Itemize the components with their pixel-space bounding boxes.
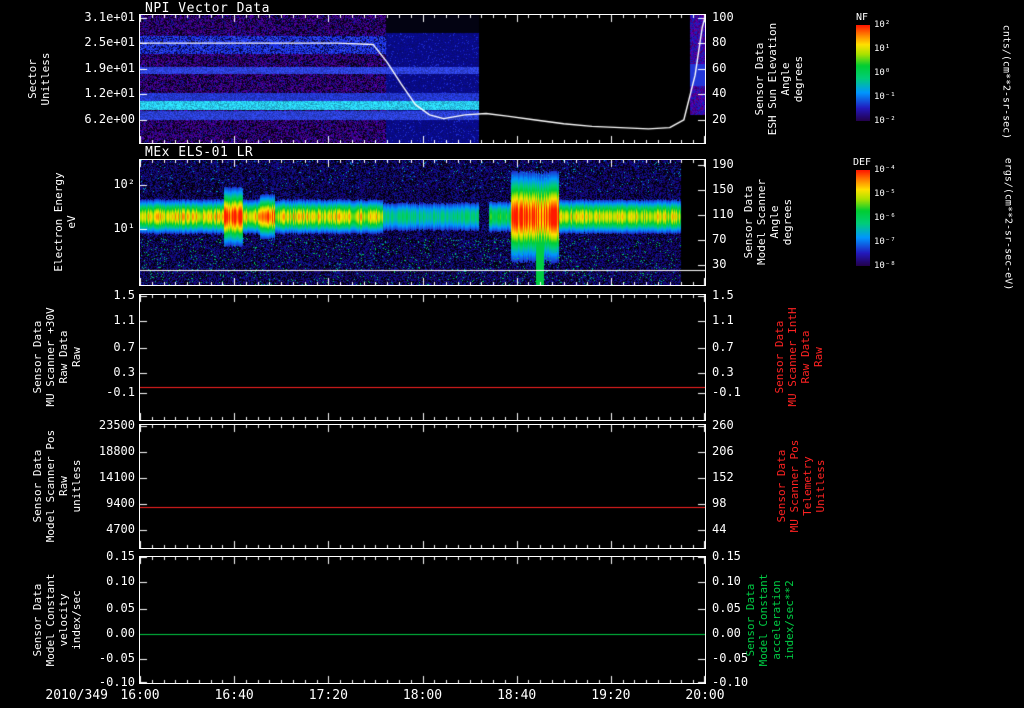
y-tick-label-right: 0.00 — [712, 625, 741, 640]
colorbar-tick-label: 10² — [874, 20, 891, 30]
x-tick-label: 16:40 — [214, 688, 254, 703]
panel-model-scanner-pos — [139, 424, 706, 549]
y-tick-label-right: 100 — [712, 9, 734, 24]
colorbar-tick-label: 10⁰ — [874, 68, 891, 78]
y-tick-label-left: 2.5e+01 — [84, 35, 135, 50]
y-tick-label-right: 206 — [712, 444, 734, 459]
y-axis-label-model-scanner-angle: Sensor Data Model Scanner Angle degrees — [742, 178, 794, 266]
y-tick-label-left: 10² — [113, 177, 135, 191]
y-tick-label-right: 190 — [712, 157, 734, 171]
y-axis-label-esh-sun-elevation: Sensor Data ESH Sun Elevation Angle degr… — [753, 22, 805, 136]
colorbar-units-def: ergs/(cm**2-sr-sec-eV) — [1002, 157, 1014, 291]
y-axis-label-mu-scanner-inth: Sensor Data MU Scanner IntH Raw Data Raw — [773, 307, 825, 407]
y-tick-label-right: 150 — [712, 182, 734, 196]
y-tick-label-right: -0.1 — [712, 384, 741, 399]
colorbar-tick-label: 10⁻⁵ — [874, 189, 896, 199]
colorbar-tick-label: 10¹ — [874, 44, 891, 54]
y-axis-label-model-constant-acceleration: Sensor Data Model Constant acceleration … — [744, 573, 796, 667]
colorbar-tick-label: 10⁻⁶ — [874, 213, 896, 223]
y-tick-label-right: 0.7 — [712, 339, 734, 354]
colorbar-tick-label: 10⁻⁴ — [874, 165, 896, 175]
y-tick-label-left: 10¹ — [113, 220, 135, 235]
panel-npi-vector-data — [139, 14, 706, 144]
spectrogram-stack-plot: NPI Vector Data MEx ELS-01 LR Sector Uni… — [0, 0, 1024, 708]
colorbar-units-nf: cnts/(cm**2-sr-sec) — [1000, 24, 1012, 140]
y-tick-label-right: 0.3 — [712, 364, 734, 379]
y-tick-label-left: -0.05 — [98, 651, 135, 666]
y-tick-label-left: 9400 — [106, 495, 135, 510]
colorbar-tick-label: 10⁻¹ — [874, 92, 896, 102]
panel-mu-scanner-30v — [139, 294, 706, 421]
y-tick-label-left: 0.15 — [106, 549, 135, 563]
y-tick-label-left: 6.2e+00 — [84, 111, 135, 126]
y-tick-label-right: 1.5 — [712, 288, 734, 303]
y-tick-label-right: 70 — [712, 232, 727, 246]
colorbar-nf — [856, 25, 870, 121]
y-tick-label-right: 0.15 — [712, 549, 741, 563]
y-tick-label-right: 20 — [712, 111, 727, 126]
y-axis-label-mu-scanner-pos-telemetry: Sensor Data MU Scanner Pos Telemetry Uni… — [775, 439, 827, 533]
els-spectrogram-canvas — [140, 160, 705, 285]
y-tick-label-right: 260 — [712, 418, 734, 433]
colorbar-title-nf: NF — [856, 12, 869, 23]
y-tick-label-left: 4700 — [106, 521, 135, 536]
y-tick-label-right: -0.05 — [712, 651, 749, 666]
y-tick-label-left: 18800 — [98, 444, 135, 459]
y-tick-label-left: 0.05 — [106, 600, 135, 615]
y-tick-label-right: 0.10 — [712, 574, 741, 589]
x-axis-date-label: 2010/349 — [45, 688, 108, 703]
x-tick-label: 18:40 — [497, 688, 537, 703]
x-tick-label: 16:00 — [120, 688, 160, 703]
y-tick-label-left: 1.1 — [113, 313, 135, 328]
colorbar-title-def: DEF — [853, 157, 872, 168]
npi-spectrogram-canvas — [140, 15, 705, 143]
y-tick-label-right: 1.1 — [712, 313, 734, 328]
y-tick-label-right: 30 — [712, 257, 727, 271]
y-tick-label-left: 1.5 — [113, 288, 135, 303]
y-tick-label-right: 98 — [712, 495, 727, 510]
x-tick-label: 17:20 — [308, 688, 348, 703]
y-tick-label-left: 14100 — [98, 469, 135, 484]
y-tick-label-left: 3.1e+01 — [84, 9, 135, 24]
panel-model-constant-velocity — [139, 556, 706, 684]
x-tick-label: 19:20 — [591, 688, 631, 703]
x-tick-label: 20:00 — [685, 688, 725, 703]
colorbar-tick-label: 10⁻⁷ — [874, 237, 896, 247]
y-tick-label-right: 80 — [712, 35, 727, 50]
y-tick-label-right: 152 — [712, 469, 734, 484]
y-tick-label-right: 40 — [712, 86, 727, 101]
y-tick-label-left: 0.10 — [106, 574, 135, 589]
y-tick-label-left: 1.2e+01 — [84, 86, 135, 101]
colorbar-tick-label: 10⁻² — [874, 116, 896, 126]
y-tick-label-left: 1.9e+01 — [84, 60, 135, 75]
y-tick-label-right: 60 — [712, 60, 727, 75]
mu-scanner-30v-canvas — [140, 295, 705, 420]
panel-mex-els-spectrogram — [139, 159, 706, 286]
x-tick-label: 18:00 — [402, 688, 443, 703]
y-tick-label-left: 0.3 — [113, 364, 135, 379]
panel-title-els: MEx ELS-01 LR — [145, 145, 254, 160]
y-tick-label-right: 0.05 — [712, 600, 741, 615]
colorbar-tick-label: 10⁻⁸ — [874, 261, 896, 271]
y-tick-label-left: 23500 — [98, 418, 135, 433]
y-tick-label-left: -0.1 — [106, 384, 135, 399]
model-scanner-pos-canvas — [140, 425, 705, 548]
colorbar-def — [856, 170, 870, 266]
model-constant-velocity-canvas — [140, 557, 705, 683]
y-tick-label-right: 44 — [712, 521, 727, 536]
y-tick-label-left: 0.7 — [113, 339, 135, 354]
y-tick-label-left: 0.00 — [106, 625, 135, 640]
y-tick-label-right: 110 — [712, 207, 734, 221]
